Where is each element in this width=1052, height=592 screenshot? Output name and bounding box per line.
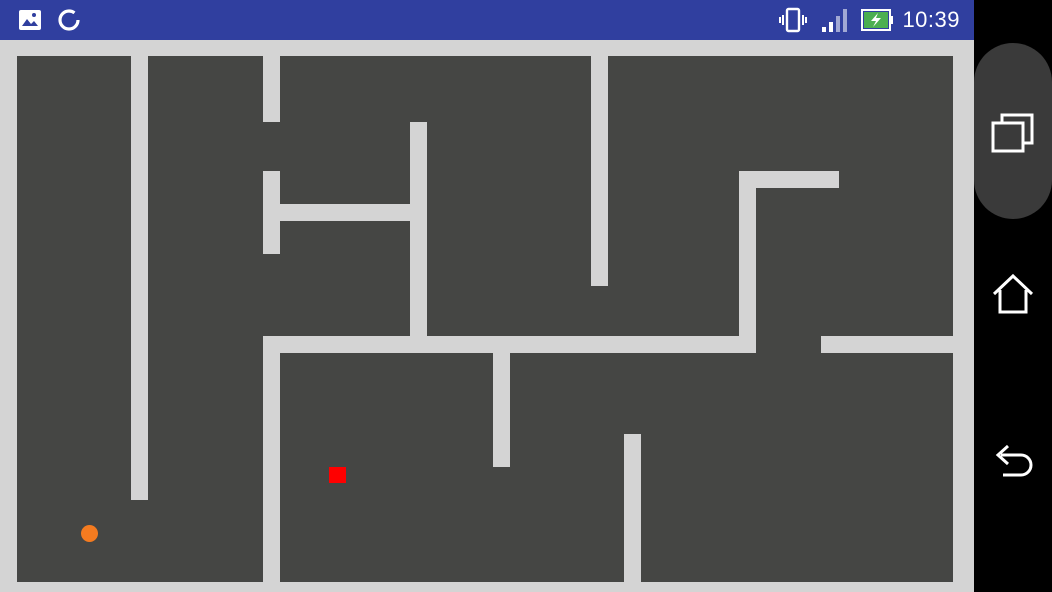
recents-button[interactable]: [974, 43, 1052, 219]
signal-icon: [821, 7, 849, 38]
maze-wall: [624, 434, 641, 582]
image-icon: [18, 8, 42, 37]
app-screen: 10:39: [0, 0, 1052, 592]
recents-icon: [990, 113, 1036, 158]
maze-wall: [410, 122, 427, 352]
sync-icon: [56, 7, 82, 38]
home-button[interactable]: [974, 272, 1052, 320]
maze-board: [0, 40, 974, 592]
maze-wall: [263, 336, 280, 582]
status-time: 10:39: [902, 7, 960, 32]
battery-charging-icon: [861, 8, 895, 37]
maze-wall: [739, 171, 756, 352]
back-icon: [991, 439, 1035, 484]
maze-wall: [263, 204, 427, 221]
maze-wall: [591, 56, 608, 286]
home-icon: [991, 273, 1035, 320]
maze-wall: [493, 336, 510, 467]
status-bar: 10:39: [0, 0, 974, 40]
navigation-bar: [974, 0, 1052, 592]
maze-floor: [17, 56, 953, 582]
maze-wall: [821, 336, 953, 353]
vibrate-icon: [779, 6, 807, 39]
back-button[interactable]: [974, 438, 1052, 484]
maze-wall: [263, 56, 280, 122]
goal-square: [329, 467, 346, 483]
maze-wall: [131, 56, 148, 500]
ball[interactable]: [81, 525, 98, 542]
